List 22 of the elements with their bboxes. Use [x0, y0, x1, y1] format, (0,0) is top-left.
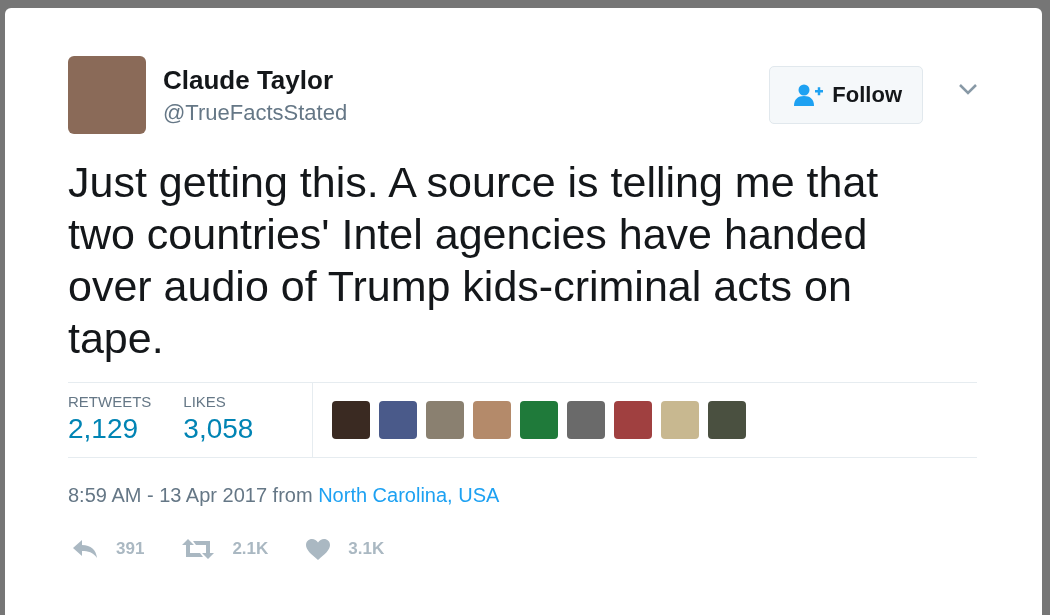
reply-action[interactable]: 391 [72, 538, 145, 560]
stat-label: LIKES [183, 393, 227, 410]
liker-avatar-placeholder[interactable] [332, 401, 371, 439]
stat-count[interactable]: 3,058 [183, 413, 254, 445]
author-name: Claude Taylor [163, 65, 334, 96]
stat-count[interactable]: 2,129 [68, 413, 152, 445]
user-plus-icon [794, 84, 825, 106]
tweet-text: Just getting this. A source is telling me that two countries' Intel agencies have handed over audio of Trump kids-criminal acts on tape. [68, 157, 880, 364]
liker-avatar-placeholder[interactable] [614, 401, 653, 439]
reply-icon [72, 539, 98, 559]
tweet-timestamp: 8:59 AM - 13 Apr 2017 from North Carolina, USA [68, 484, 501, 507]
location-link[interactable]: North Carolina, USA [318, 484, 500, 506]
retweet-action[interactable]: 2.1K [182, 538, 269, 560]
like-action[interactable]: 3.1K [306, 538, 385, 560]
heart-icon [306, 538, 331, 560]
liker-avatar-placeholder[interactable] [379, 401, 418, 439]
follow-button[interactable]: Follow [769, 66, 923, 124]
retweet-icon [182, 538, 215, 560]
liker-avatar-placeholder[interactable] [708, 401, 747, 439]
author-handle: @TrueFactsStated [163, 100, 349, 126]
chevron-down-icon[interactable] [959, 84, 977, 95]
stat-label: RETWEETS [68, 393, 152, 410]
